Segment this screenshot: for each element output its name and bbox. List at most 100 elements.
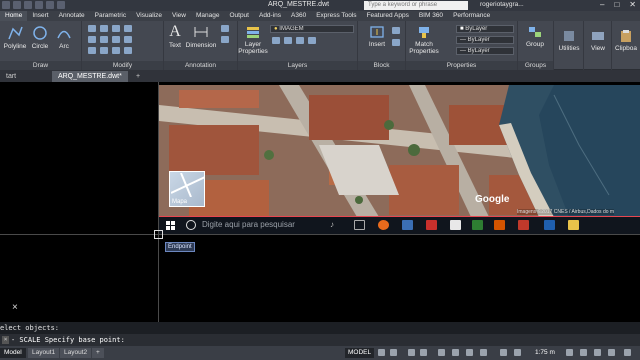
tab-visualize[interactable]: Visualize	[131, 11, 167, 21]
block-panel-title[interactable]: Block	[358, 61, 405, 70]
array-icon[interactable]	[112, 47, 120, 54]
layer-off-icon[interactable]	[272, 37, 280, 44]
layer-isolate-icon[interactable]	[284, 37, 292, 44]
mirror-icon[interactable]	[100, 36, 108, 43]
fillet-icon[interactable]	[112, 36, 120, 43]
otrack-icon[interactable]	[452, 349, 459, 356]
undo-icon[interactable]	[46, 1, 54, 9]
tab-add-ins[interactable]: Add-ins	[254, 11, 286, 21]
dimension-button[interactable]: Dimension	[184, 24, 218, 49]
polar-icon[interactable]	[420, 349, 427, 356]
move-icon[interactable]	[88, 25, 96, 32]
copy-icon[interactable]	[88, 36, 96, 43]
new-tab-button[interactable]: +	[130, 71, 146, 82]
annotation-scale[interactable]: 1:75 m	[535, 348, 555, 358]
customize-menu-icon[interactable]	[624, 349, 631, 356]
ortho-icon[interactable]	[408, 349, 415, 356]
open-icon[interactable]	[24, 1, 32, 9]
model-space-button[interactable]: MODEL	[345, 348, 375, 358]
drawing-canvas[interactable]: Mapa Google Imagens ©2017 CNES / Airbus,…	[0, 82, 640, 322]
circle-button[interactable]: Circle	[29, 25, 51, 50]
tab-featured-apps[interactable]: Featured Apps	[362, 11, 414, 21]
clipboard-button[interactable]: Clipboa	[612, 29, 640, 52]
tab-manage[interactable]: Manage	[191, 11, 225, 21]
edit-block-icon[interactable]	[392, 39, 400, 46]
redo-icon[interactable]	[57, 1, 65, 9]
explode-icon[interactable]	[124, 36, 132, 43]
osnap-icon[interactable]	[438, 349, 445, 356]
new-icon[interactable]	[13, 1, 21, 9]
utilities-button[interactable]: Utilities	[554, 29, 584, 52]
user-name[interactable]: rogeriotaygra...	[480, 1, 524, 8]
fullscreen-icon[interactable]	[608, 349, 615, 356]
tab-performance[interactable]: Performance	[448, 11, 495, 21]
map-type-thumbnail[interactable]: Mapa	[169, 171, 205, 207]
layout-tab-layout2[interactable]: Layout2	[60, 348, 92, 358]
view-button[interactable]: View	[584, 29, 612, 52]
text-button[interactable]: A Text	[166, 24, 184, 50]
tab-bim-360[interactable]: BIM 360	[414, 11, 448, 21]
stretch-icon[interactable]	[88, 47, 96, 54]
linetype-dropdown[interactable]: — ByLayer	[456, 47, 514, 55]
tab-a360[interactable]: A360	[286, 11, 311, 21]
insert-button[interactable]: Insert	[366, 25, 388, 48]
polyline-button[interactable]: Polyline	[2, 25, 28, 50]
color-dropdown[interactable]: ■ ByLayer	[456, 25, 514, 33]
help-search-input[interactable]: Type a keyword or phrase	[364, 1, 468, 10]
tab-insert[interactable]: Insert	[27, 11, 53, 21]
save-icon[interactable]	[35, 1, 43, 9]
layers-panel-title[interactable]: Layers	[238, 61, 357, 70]
properties-panel-title[interactable]: Properties	[406, 61, 517, 70]
layout-tab-model[interactable]: Model	[0, 348, 26, 358]
current-layer-dropdown[interactable]: ● IMAGEM	[270, 25, 354, 33]
layer-properties-button[interactable]: Layer Properties	[238, 25, 268, 55]
groups-panel-title[interactable]: Groups	[518, 61, 553, 70]
layer-lock-icon[interactable]	[308, 37, 316, 44]
properties-panel: Match Properties ■ ByLayer — ByLayer — B…	[406, 21, 518, 70]
draw-panel-title[interactable]: Draw	[0, 61, 81, 70]
leader-icon[interactable]	[221, 25, 229, 32]
ucs-icon: ×	[12, 302, 18, 313]
annotation-panel-title[interactable]: Annotation	[164, 61, 237, 70]
create-block-icon[interactable]	[392, 27, 400, 34]
start-tab[interactable]: tart	[0, 71, 22, 82]
tab-home[interactable]: Home	[0, 11, 28, 21]
arc-button[interactable]: Arc	[53, 25, 75, 50]
maximize-icon[interactable]: □	[614, 0, 619, 9]
command-line[interactable]: × - SCALE Specify base point:	[0, 334, 640, 346]
tab-view[interactable]: View	[167, 11, 191, 21]
modify-panel-title[interactable]: Modify	[82, 61, 163, 70]
command-close-icon[interactable]: ×	[2, 336, 9, 344]
layer-freeze-icon[interactable]	[296, 37, 304, 44]
offset-icon[interactable]	[124, 47, 132, 54]
erase-icon[interactable]	[124, 25, 132, 32]
snap-icon[interactable]	[390, 349, 397, 356]
scale-icon[interactable]	[100, 47, 108, 54]
thumbnail-roads	[171, 173, 205, 197]
app-menu-icon[interactable]	[2, 1, 10, 9]
active-file-tab[interactable]: ARQ_MESTRE.dwt* ✕	[52, 71, 128, 91]
workspace-icon[interactable]	[580, 349, 587, 356]
lineweight-icon[interactable]	[466, 349, 473, 356]
transparency-icon[interactable]	[480, 349, 487, 356]
settings-gear-icon[interactable]	[566, 349, 573, 356]
lineweight-dropdown[interactable]: — ByLayer	[456, 36, 514, 44]
minimize-icon[interactable]: –	[600, 0, 604, 9]
tab-annotate[interactable]: Annotate	[54, 11, 90, 21]
selection-cycling-icon[interactable]	[500, 349, 507, 356]
table-icon[interactable]	[221, 36, 229, 43]
trim-icon[interactable]	[112, 25, 120, 32]
grid-icon[interactable]	[378, 349, 385, 356]
close-icon[interactable]: ✕	[629, 0, 636, 9]
match-properties-button[interactable]: Match Properties	[408, 25, 440, 55]
tab-parametric[interactable]: Parametric	[90, 11, 131, 21]
tab-output[interactable]: Output	[224, 11, 254, 21]
satellite-map-image[interactable]: Mapa Google Imagens ©2017 CNES / Airbus,…	[158, 85, 640, 217]
layout-tab-layout1[interactable]: Layout1	[28, 348, 60, 358]
tab-express-tools[interactable]: Express Tools	[311, 11, 361, 21]
rotate-icon[interactable]	[100, 25, 108, 32]
isolate-objects-icon[interactable]	[594, 349, 601, 356]
group-button[interactable]: Group	[524, 25, 546, 48]
add-layout-button[interactable]: +	[92, 348, 104, 358]
annotation-visibility-icon[interactable]	[514, 349, 521, 356]
